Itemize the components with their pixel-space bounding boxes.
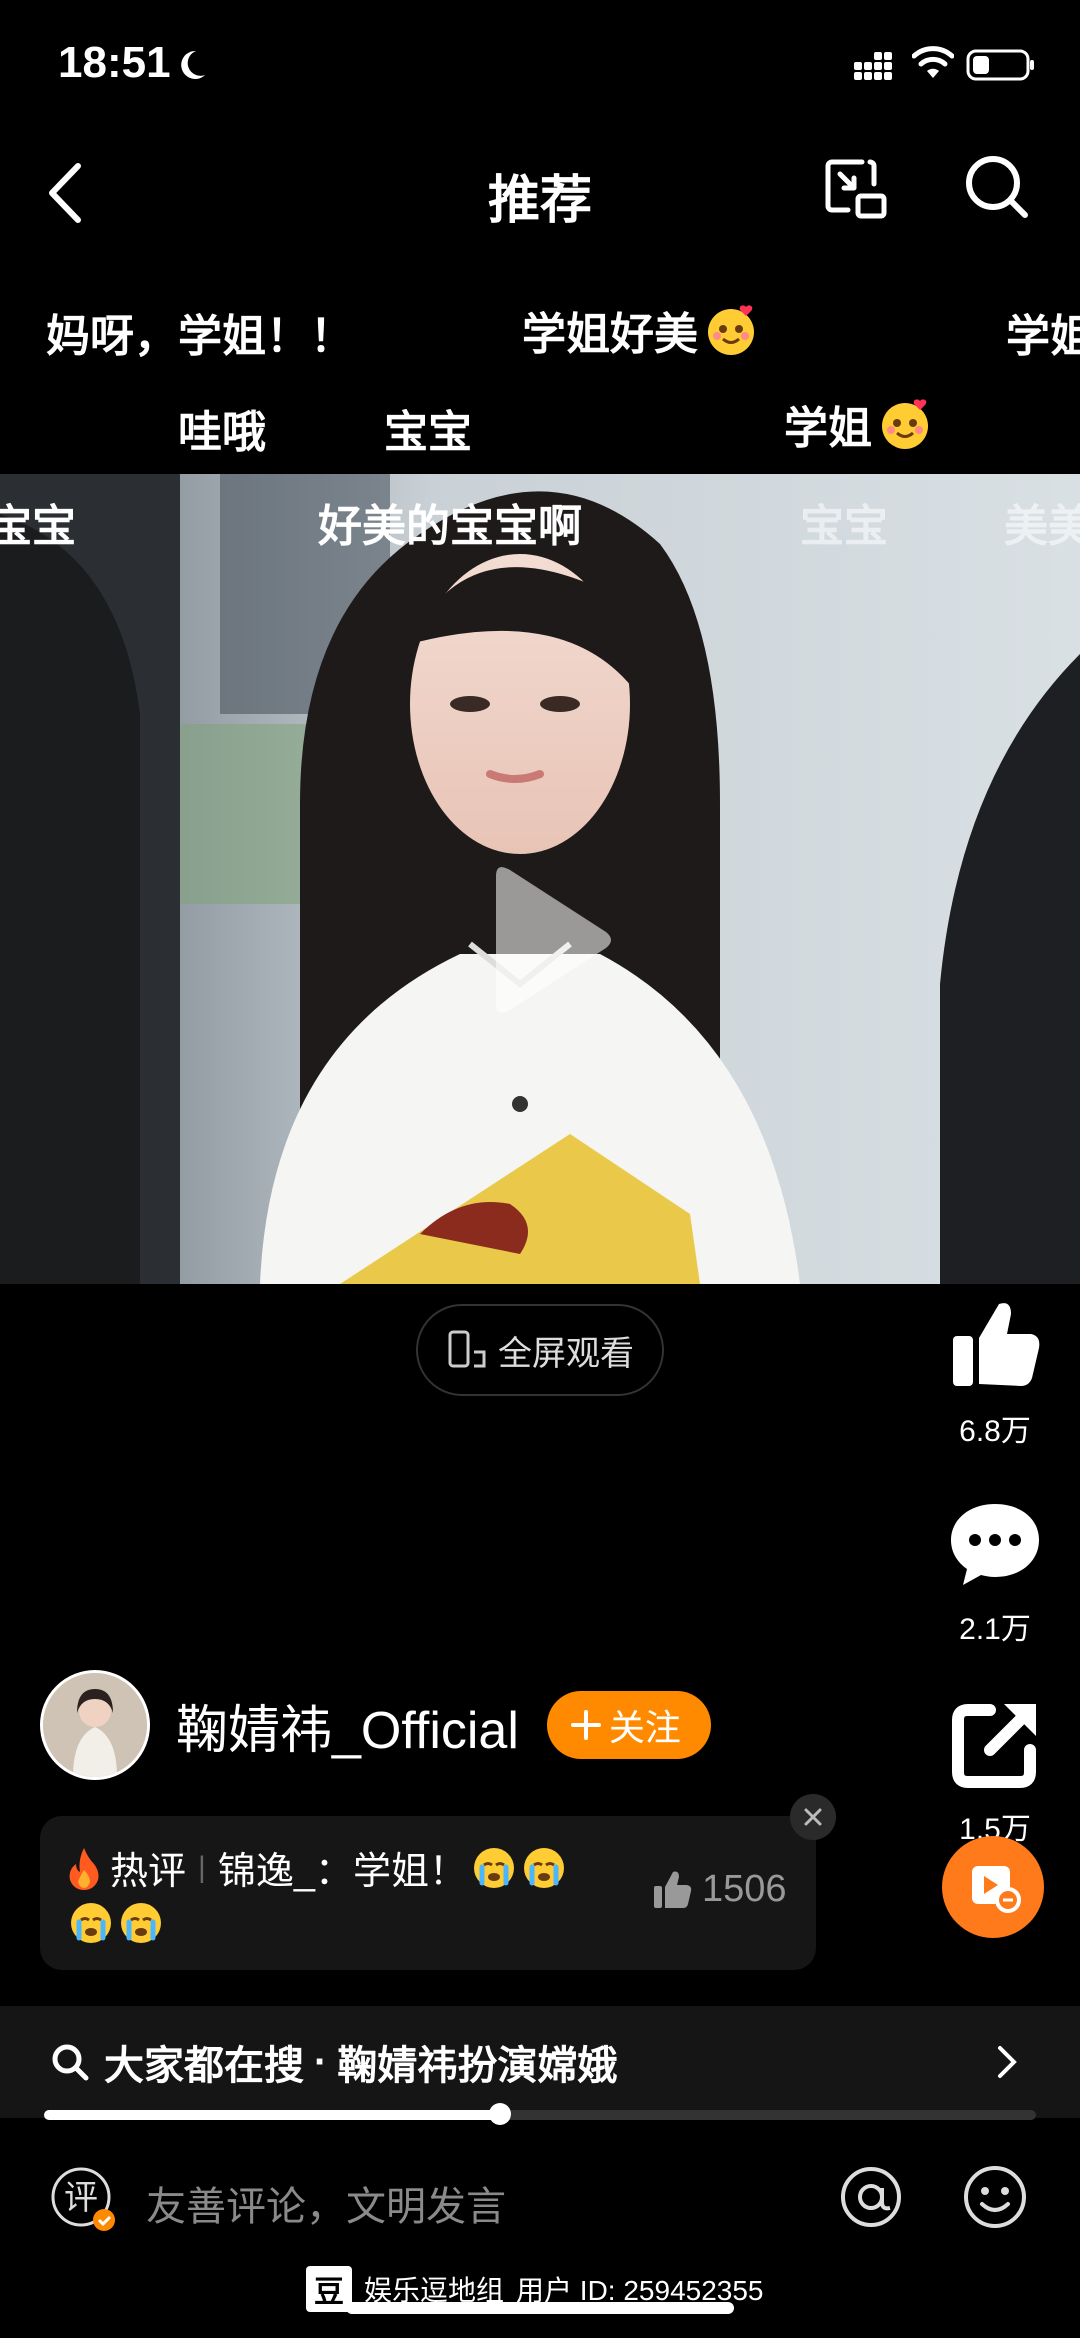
- comment-input-bar: 评 友善评论，文明发言: [0, 2150, 1080, 2280]
- signal-icon: [854, 52, 892, 80]
- hot-comment-text: 学姐！: [352, 1851, 467, 1893]
- chevron-right-icon: [998, 2046, 1017, 2078]
- danmaku-text: 宝宝: [800, 502, 888, 551]
- page-title: 推荐: [487, 172, 592, 230]
- search-icon: [52, 2044, 89, 2081]
- follow-label: 关注: [608, 1707, 681, 1748]
- thumbs-up-icon: [654, 1871, 692, 1908]
- danmaku-text: 宝宝: [384, 408, 472, 457]
- danmaku-item: 妈呀，学姐！！: [46, 300, 354, 364]
- video-add-icon: [972, 1866, 1021, 1913]
- danmaku-item: 学姐好美: [522, 298, 758, 362]
- danmaku-text: 宝宝: [0, 502, 76, 551]
- progress-fill: [44, 2110, 501, 2120]
- wifi-icon: [912, 46, 954, 78]
- create-video-button[interactable]: [942, 1836, 1044, 1938]
- danmaku-text: 美美: [1004, 502, 1080, 551]
- hot-comment-card[interactable]: 热评 | 锦逸_ ： 学姐！ 1506: [40, 1816, 816, 1970]
- hot-comment-user: 锦逸_: [217, 1851, 315, 1893]
- progress-handle[interactable]: [489, 2103, 512, 2125]
- love-face-emoji-icon: [882, 399, 928, 449]
- danmaku-item: 好美的宝宝啊: [318, 490, 582, 554]
- crying-face-emoji-icon: [121, 1903, 161, 1943]
- fire-icon: [69, 1847, 99, 1890]
- like-count: 6.8万: [959, 1415, 1031, 1448]
- moon-icon: [181, 50, 205, 79]
- comment-icon-label: 评: [64, 2178, 98, 2218]
- danmaku-text: 学姐: [784, 404, 872, 453]
- like-action[interactable]: 6.8万: [930, 1296, 1060, 1450]
- crying-face-emoji-icon: [473, 1847, 514, 1888]
- rotate-screen-icon: [448, 1330, 486, 1368]
- danmaku-text: 哇哦: [178, 408, 266, 457]
- colon: ：: [314, 1851, 353, 1893]
- emoji-icon[interactable]: [962, 2164, 1028, 2230]
- danmaku-text: 好美的宝宝啊: [318, 502, 582, 551]
- picture-in-picture-icon[interactable]: [822, 154, 892, 224]
- comment-icon[interactable]: 评: [48, 2164, 118, 2234]
- danmaku-item: 宝宝: [800, 490, 888, 554]
- comment-action[interactable]: 2.1万: [930, 1500, 1060, 1648]
- danmaku-item: 学姐: [784, 392, 932, 456]
- comment-bubble-icon: [951, 1504, 1039, 1585]
- author-row: 鞠婧祎_Official 关注: [40, 1670, 711, 1780]
- comment-input[interactable]: 友善评论，文明发言: [146, 2174, 506, 2232]
- search-suggestion-prefix: 大家都在搜: [104, 2044, 304, 2088]
- hot-comment-like[interactable]: 1506: [652, 1868, 787, 1911]
- danmaku-item: 哇哦: [178, 396, 266, 460]
- follow-button[interactable]: 关注: [546, 1691, 711, 1759]
- search-suggestion-bar[interactable]: 大家都在搜 · 鞠婧祎扮演嫦娥: [0, 2006, 1080, 2118]
- search-suggestion-query: 鞠婧祎扮演嫦娥: [337, 2044, 618, 2088]
- danmaku-text: 妈呀，学姐！！: [46, 312, 354, 361]
- hot-comment-like-count: 1506: [702, 1868, 787, 1910]
- share-icon: [952, 1704, 1036, 1788]
- comment-count: 2.1万: [959, 1613, 1031, 1646]
- hot-comment-line: [64, 1900, 164, 1946]
- play-icon[interactable]: [476, 862, 616, 1022]
- fullscreen-button[interactable]: 全屏观看: [416, 1304, 664, 1396]
- avatar-image: [43, 1673, 147, 1777]
- danmaku-item: 宝宝: [0, 490, 76, 554]
- avatar[interactable]: [40, 1670, 150, 1780]
- divider: |: [198, 1850, 206, 1884]
- video-progress-bar[interactable]: [44, 2103, 1036, 2125]
- crying-face-emoji-icon: [523, 1847, 564, 1888]
- search-suggestion-separator: ·: [314, 2039, 328, 2084]
- share-action[interactable]: 1.5万: [930, 1700, 1060, 1848]
- crying-face-emoji-icon: [71, 1903, 111, 1943]
- battery-icon: [966, 49, 1034, 81]
- status-time: 18:51: [58, 38, 171, 87]
- danmaku-item: 美美: [1004, 490, 1080, 554]
- at-mention-icon[interactable]: [838, 2164, 904, 2230]
- plus-icon: [570, 1710, 601, 1740]
- danmaku-text: 学姐好美: [522, 310, 698, 359]
- hot-comment-tag: 热评: [110, 1851, 187, 1893]
- danmaku-text: 学姐: [1006, 312, 1080, 361]
- hot-comment-line: 热评 | 锦逸_ ： 学姐！: [64, 1840, 567, 1895]
- watermark-logo: 豆: [306, 2266, 352, 2312]
- thumbs-up-icon: [953, 1303, 1040, 1386]
- author-name[interactable]: 鞠婧祎_Official: [176, 1688, 519, 1763]
- fullscreen-label: 全屏观看: [498, 1334, 634, 1373]
- close-icon[interactable]: [790, 1794, 836, 1840]
- home-indicator: [346, 2302, 734, 2314]
- danmaku-item: 宝宝: [384, 396, 472, 460]
- nav-bar: 推荐: [0, 130, 1080, 250]
- danmaku-item: 学姐: [1006, 300, 1080, 364]
- status-bar: 18:51: [0, 0, 1080, 130]
- search-icon[interactable]: [962, 152, 1032, 222]
- love-face-emoji-icon: [708, 305, 754, 355]
